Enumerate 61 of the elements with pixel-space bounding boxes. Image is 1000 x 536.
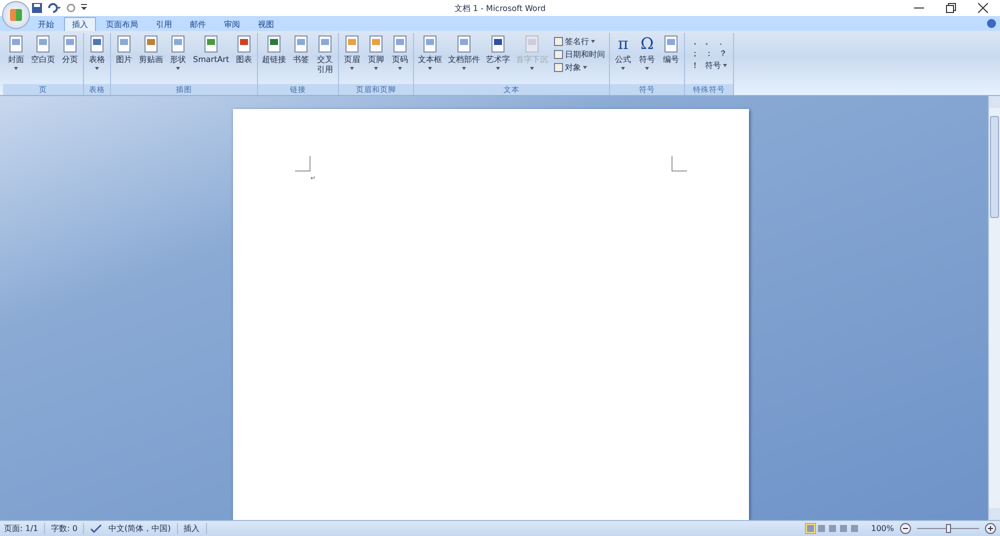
symbol-menu-button[interactable]: 符号 [703, 59, 730, 71]
ribbon-button[interactable]: 图表 [233, 35, 256, 84]
close-icon[interactable] [978, 3, 988, 13]
ribbon-button[interactable]: Ω 符号 [636, 35, 658, 84]
ribbon-button[interactable]: 页眉 [341, 35, 364, 84]
symbol-button[interactable]: ： [703, 47, 716, 59]
insert-mode-status[interactable]: 插入 [184, 523, 207, 534]
proofing-icon[interactable] [90, 524, 102, 534]
help-icon[interactable] [987, 19, 996, 28]
ribbon-button[interactable]: 文本框 [416, 35, 444, 84]
language-status[interactable]: 中文(简体，中国) [108, 523, 178, 534]
ribbon-button[interactable]: 空白页 [29, 35, 57, 84]
customize-icon[interactable] [81, 4, 87, 12]
ribbon-tab[interactable]: 插入 [64, 17, 96, 31]
symbol-button[interactable]: 、 [717, 35, 730, 47]
zoom-in-icon[interactable] [985, 523, 996, 534]
symbol-button[interactable]: ； [689, 47, 702, 59]
ribbon-tab[interactable]: 邮件 [182, 17, 214, 31]
ribbon-tab[interactable]: 页面布局 [98, 17, 146, 31]
ribbon-button[interactable]: 剪贴画 [137, 35, 165, 84]
ribbon-button[interactable]: 表格 [86, 35, 108, 84]
symbol-button[interactable]: ？ [717, 47, 730, 59]
blank-page-icon [34, 35, 52, 53]
ribbon-button[interactable]: SmartArt [191, 35, 232, 84]
ribbon-button[interactable]: 页脚 [365, 35, 388, 84]
ribbon-button[interactable]: 超链接 [260, 35, 288, 84]
document-icon [455, 35, 474, 53]
window-title: 文档 1 - Microsoft Word [454, 2, 546, 14]
symbol-button[interactable]: 。 [703, 35, 716, 47]
margin-mark-icon [670, 156, 686, 172]
ribbon-button[interactable]: 书签 [290, 35, 312, 84]
zoom-level[interactable]: 100% [871, 524, 894, 533]
ribbon-button[interactable]: 页码 [389, 35, 412, 84]
save-icon[interactable] [32, 3, 42, 13]
ribbon-button[interactable]: 日期和时间 [552, 48, 608, 60]
page-icon [7, 35, 25, 53]
page-count[interactable]: 页面: 1/1 [4, 523, 46, 534]
ribbon-button[interactable]: π 公式 [612, 35, 634, 84]
ribbon-button[interactable]: 形状 [167, 35, 189, 84]
undo-icon[interactable] [47, 3, 61, 13]
ribbon-button[interactable]: 艺术字 [484, 35, 512, 84]
ribbon-button[interactable]: 图片 [113, 35, 135, 84]
office-button[interactable] [2, 1, 30, 29]
vertical-scrollbar[interactable] [988, 96, 1000, 520]
ribbon-button[interactable]: 编号 [660, 35, 682, 84]
ribbon-button[interactable]: 对象 [552, 61, 608, 73]
ribbon-button[interactable]: 分页 [59, 35, 81, 84]
symbol-button[interactable]: ， [689, 35, 702, 47]
ribbon-button[interactable]: 签名行 [552, 35, 608, 47]
word-count[interactable]: 字数: 0 [51, 523, 84, 534]
ribbon-button[interactable]: 封面 [5, 35, 27, 84]
ribbon-tab[interactable]: 审阅 [216, 17, 248, 31]
symbol-button[interactable]: ！ [689, 59, 702, 71]
ribbon-tab[interactable]: 引用 [148, 17, 180, 31]
ribbon-tab[interactable]: 开始 [30, 17, 62, 31]
zoom-out-icon[interactable] [900, 523, 911, 534]
margin-mark-icon [294, 156, 310, 172]
ribbon-tab[interactable]: 视图 [250, 17, 282, 31]
ribbon-button[interactable]: 交叉 引用 [314, 35, 336, 84]
ribbon-button[interactable]: 文档部件 [446, 35, 482, 84]
restore-icon[interactable] [946, 3, 956, 13]
